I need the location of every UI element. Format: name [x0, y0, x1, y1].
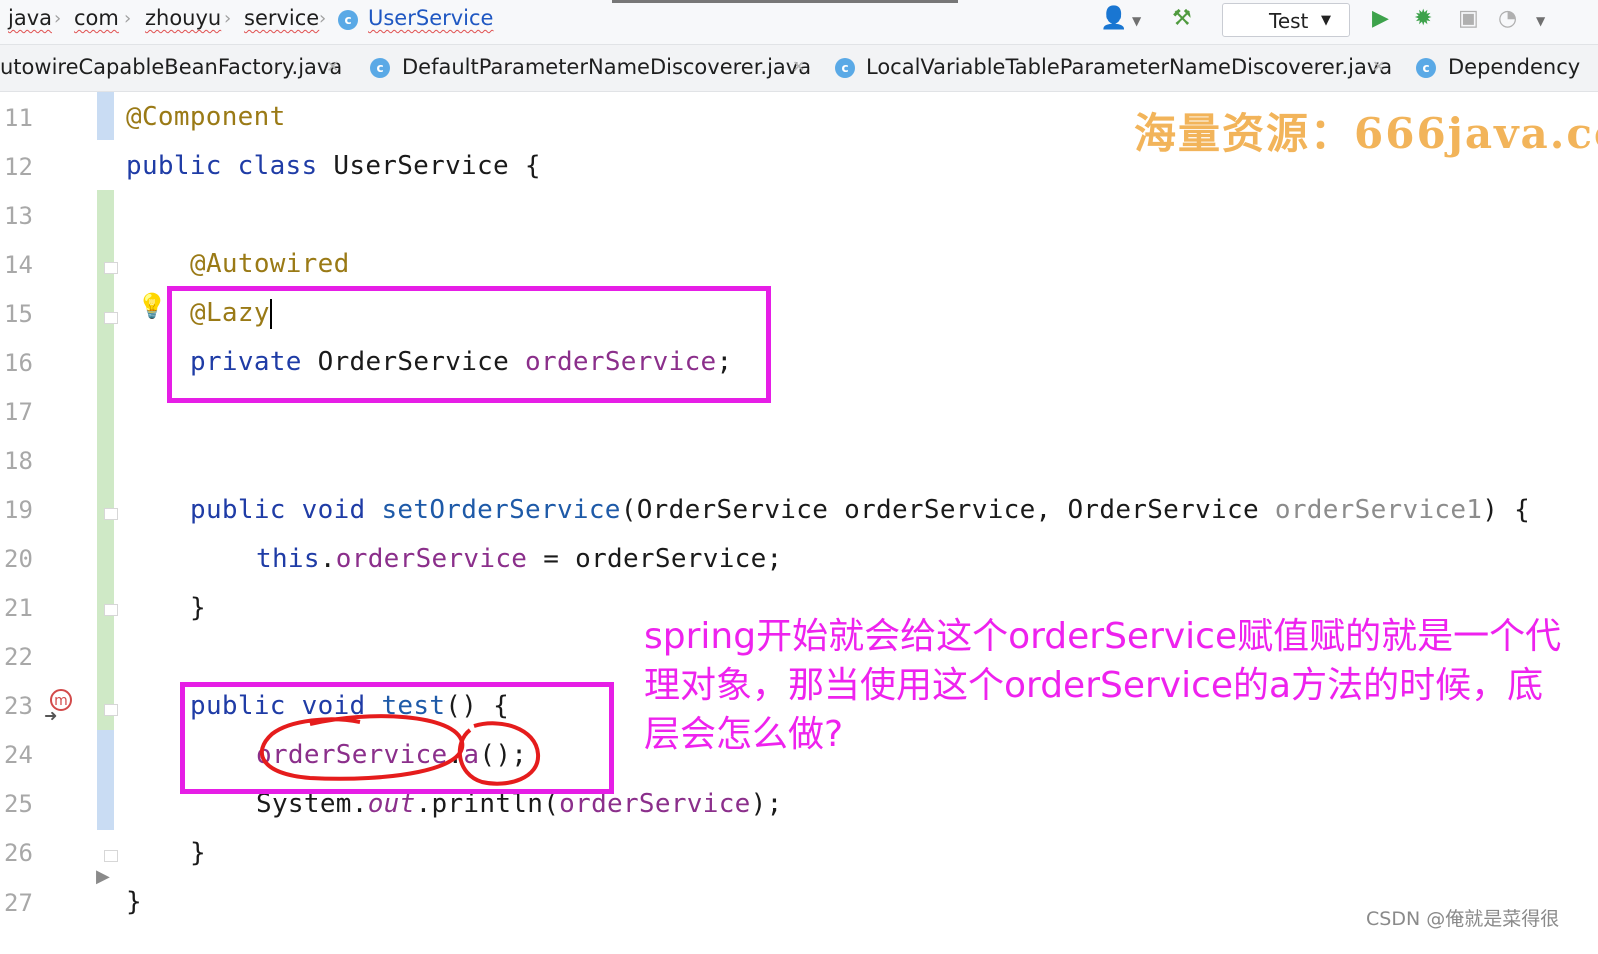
closing-brace: }	[190, 593, 206, 623]
watermark: 海量资源：666java.com	[1134, 109, 1598, 158]
field-name: orderService	[335, 544, 528, 574]
code-line-26: }	[190, 838, 206, 868]
method-name: setOrderService	[381, 495, 621, 525]
tab-autowirecapablebeanfactory[interactable]: utowireCapableBeanFactory.java	[0, 55, 342, 79]
editor-tab-bar: utowireCapableBeanFactory.java ✕ c Defau…	[0, 44, 1598, 92]
line-number: 27	[4, 889, 33, 917]
code-line-12: public class UserService {	[126, 151, 541, 181]
close-icon[interactable]: ✕	[1372, 57, 1385, 76]
run-icon[interactable]: ▶	[1372, 6, 1389, 31]
fold-arrow-icon[interactable]: ▶	[96, 866, 110, 887]
line-number: 20	[4, 545, 33, 573]
code-line-21: }	[190, 593, 206, 623]
code-line-20: this.orderService = orderService;	[256, 544, 783, 574]
changed-lines-marker	[97, 730, 114, 830]
fold-marker[interactable]	[104, 604, 118, 616]
profile-icon[interactable]: ◔	[1498, 6, 1517, 31]
tab-dependency[interactable]: Dependency	[1448, 55, 1580, 79]
line-number: 25	[4, 790, 33, 818]
class-icon: c	[370, 58, 390, 78]
class-icon: c	[338, 10, 358, 30]
unused-parameter: orderService1	[1274, 495, 1483, 525]
line-number: 21	[4, 594, 33, 622]
fold-marker[interactable]	[104, 850, 118, 862]
more-icon[interactable]: ▼	[1536, 14, 1545, 28]
fold-marker[interactable]	[104, 262, 118, 274]
run-configuration-select[interactable]: Test ▼	[1222, 3, 1350, 37]
punctuation: .	[319, 544, 336, 574]
keyword: public class	[126, 151, 318, 181]
assignment: = orderService;	[527, 544, 783, 574]
punctuation: );	[750, 789, 783, 819]
line-number: 22	[4, 643, 33, 671]
line-number: 17	[4, 398, 33, 426]
user-icon[interactable]: 👤	[1100, 6, 1127, 31]
highlight-box-lazy-field	[167, 286, 771, 403]
breadcrumb-zhouyu[interactable]: zhouyu	[145, 6, 221, 30]
red-circle-method-call	[457, 721, 541, 786]
code-line-27: }	[126, 887, 142, 917]
annotation-component: @Component	[126, 102, 286, 132]
line-number: 14	[4, 251, 33, 279]
line-number: 24	[4, 741, 33, 769]
tab-localvariabletableparameternamediscoverer[interactable]: LocalVariableTableParameterNameDiscovere…	[866, 55, 1392, 79]
chevron-right-icon: ›	[54, 8, 62, 29]
red-circle-orderservice	[259, 714, 465, 781]
close-icon[interactable]: ✕	[326, 57, 339, 76]
breadcrumb-userservice[interactable]: UserService	[368, 6, 493, 30]
coverage-icon[interactable]: ▣	[1458, 6, 1479, 31]
debug-icon[interactable]: ✹	[1414, 6, 1432, 31]
class-icon: c	[835, 58, 855, 78]
line-number: 12	[4, 153, 33, 181]
chevron-down-icon[interactable]: ▼	[1132, 14, 1141, 28]
fold-marker[interactable]	[104, 704, 118, 716]
window-drag-handle[interactable]	[612, 0, 958, 3]
chevron-right-icon: ›	[124, 8, 132, 29]
lightbulb-icon[interactable]: 💡	[137, 292, 167, 320]
closing-brace: }	[190, 838, 206, 868]
code-editor[interactable]: ▶ 💡 m ➜ 11 12 13 14 15 16 17 18 19 20 21…	[0, 92, 1598, 954]
line-number: 16	[4, 349, 33, 377]
footer-credit: CSDN @俺就是菜得很	[1366, 908, 1560, 930]
keyword: this	[256, 544, 320, 574]
code-line-11: @Component	[126, 102, 286, 132]
breadcrumb-java[interactable]: java	[8, 6, 52, 30]
red-circle-annotations	[259, 714, 541, 786]
code-line-14: @Autowired	[190, 249, 350, 279]
close-icon[interactable]: ✕	[792, 57, 805, 76]
tab-defaultparameternamediscoverer[interactable]: DefaultParameterNameDiscoverer.java	[402, 55, 811, 79]
breadcrumb-com[interactable]: com	[74, 6, 119, 30]
line-number: 19	[4, 496, 33, 524]
line-number: 13	[4, 202, 33, 230]
line-number: 18	[4, 447, 33, 475]
parameters: (OrderService orderService, OrderService	[620, 495, 1275, 525]
punctuation: ) {	[1482, 495, 1531, 525]
line-number: 11	[4, 104, 33, 132]
annotation-note: spring开始就会给这个orderService赋值赋的就是一个代理对象，那当…	[644, 616, 1562, 755]
breadcrumb-service[interactable]: service	[244, 6, 319, 30]
closing-brace: }	[126, 887, 142, 917]
implementation-arrow-icon[interactable]: ➜	[44, 706, 57, 725]
chevron-down-icon: ▼	[1321, 13, 1331, 28]
changed-lines-marker	[97, 92, 114, 140]
navigation-bar: java › com › zhouyu › service › c UserSe…	[0, 0, 1598, 44]
chevron-right-icon: ›	[224, 8, 232, 29]
keyword: public void	[190, 495, 382, 525]
fold-marker[interactable]	[104, 508, 118, 520]
run-configuration-label: Test	[1269, 9, 1309, 33]
fold-marker[interactable]	[104, 312, 118, 324]
hammer-icon[interactable]: ⚒	[1172, 6, 1192, 31]
line-number: 23	[4, 692, 33, 720]
line-number: 26	[4, 839, 33, 867]
chevron-right-icon: ›	[319, 8, 327, 29]
class-icon: c	[1416, 58, 1436, 78]
line-number: 15	[4, 300, 33, 328]
annotation-autowired: @Autowired	[190, 249, 350, 279]
code-line-19: public void setOrderService(OrderService…	[190, 495, 1530, 525]
class-declaration: UserService {	[317, 151, 541, 181]
